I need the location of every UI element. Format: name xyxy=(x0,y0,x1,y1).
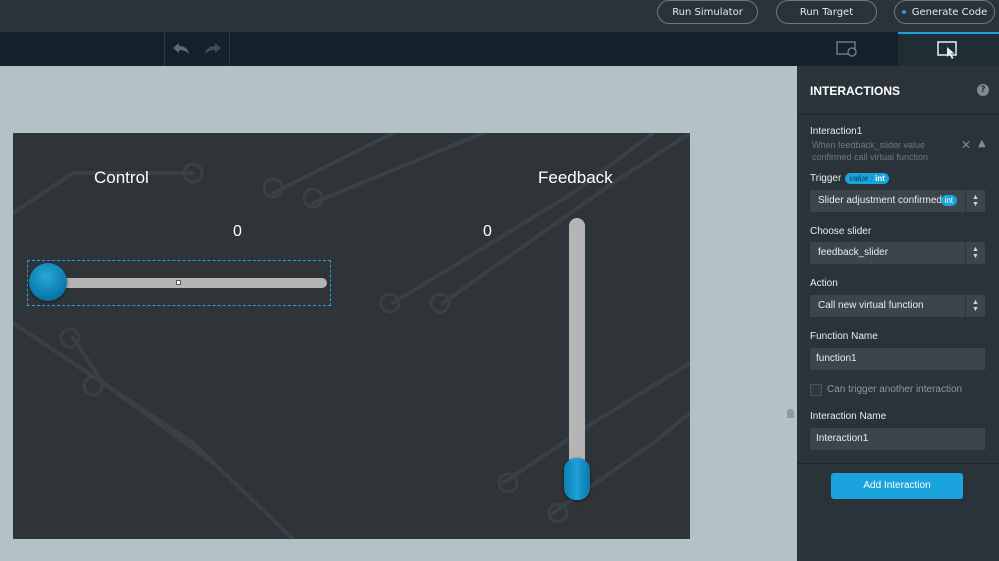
run-simulator-button[interactable]: Run Simulator xyxy=(657,0,758,24)
choose-slider-select[interactable]: feedback_slider ▲ ▼ xyxy=(810,242,985,264)
toolbar-divider xyxy=(164,32,165,66)
can-trigger-label: Can trigger another interaction xyxy=(827,384,963,395)
badge-type-text: int xyxy=(875,174,885,183)
action-value: Call new virtual function xyxy=(818,300,924,311)
redo-icon[interactable] xyxy=(203,40,223,60)
divider xyxy=(797,114,999,115)
feedback-slider-knob[interactable] xyxy=(564,458,590,500)
run-simulator-label: Run Simulator xyxy=(672,6,743,18)
divider xyxy=(797,463,999,464)
action-select[interactable]: Call new virtual function ▲ ▼ xyxy=(810,295,985,317)
run-target-label: Run Target xyxy=(799,6,854,18)
can-trigger-checkbox[interactable] xyxy=(810,384,822,396)
status-dot-icon xyxy=(901,10,906,14)
undo-icon[interactable] xyxy=(171,40,191,60)
toolbar xyxy=(0,32,999,66)
feedback-slider-track[interactable] xyxy=(569,218,585,498)
trigger-label: Trigger value : int xyxy=(810,173,889,184)
select-arrows-icon: ▲ ▼ xyxy=(965,190,985,212)
generate-code-button[interactable]: Generate Code xyxy=(894,0,995,24)
run-target-button[interactable]: Run Target xyxy=(776,0,877,24)
design-canvas[interactable]: Control Feedback 0 0 xyxy=(13,133,690,539)
interaction-name-label: Interaction Name xyxy=(810,411,887,422)
trigger-type-badge: value : int xyxy=(845,173,889,184)
add-interaction-button[interactable]: Add Interaction xyxy=(831,473,963,499)
collapse-chevron-icon[interactable]: ▲ xyxy=(978,138,986,149)
interactions-panel: INTERACTIONS ? Interaction1 When feedbac… xyxy=(797,66,999,561)
control-slider-track[interactable] xyxy=(37,278,327,288)
trigger-label-text: Trigger xyxy=(810,173,842,185)
selection-center-handle[interactable] xyxy=(176,280,181,285)
interactions-tab[interactable] xyxy=(898,32,999,66)
scroll-handle[interactable] xyxy=(787,409,794,418)
interaction-header[interactable]: Interaction1 xyxy=(810,126,862,137)
feedback-title: Feedback xyxy=(538,168,613,187)
interaction-cursor-icon xyxy=(937,41,959,63)
trigger-select[interactable]: Slider adjustment confirmed int ▲ ▼ xyxy=(810,190,985,212)
generate-code-label: Generate Code xyxy=(911,6,988,18)
trigger-selected-value: Slider adjustment confirmed xyxy=(818,195,942,206)
interaction-name-input[interactable]: Interaction1 xyxy=(810,428,985,450)
action-label: Action xyxy=(810,278,838,289)
int-badge: int xyxy=(940,195,957,206)
screen-settings-icon[interactable] xyxy=(836,41,858,61)
select-arrows-icon: ▲ ▼ xyxy=(965,295,985,317)
control-slider-knob[interactable] xyxy=(29,263,67,301)
select-arrows-icon: ▲ ▼ xyxy=(965,242,985,264)
interaction-description: When feedback_slider value confirmed cal… xyxy=(812,140,929,162)
function-name-input[interactable]: function1 xyxy=(810,348,985,370)
panel-title: INTERACTIONS xyxy=(810,84,900,98)
toolbar-divider xyxy=(229,32,230,66)
control-title: Control xyxy=(94,168,149,187)
help-icon[interactable]: ? xyxy=(977,84,989,96)
control-value: 0 xyxy=(233,223,242,240)
badge-value-text: value xyxy=(849,174,869,183)
feedback-value: 0 xyxy=(483,223,492,240)
top-bar: Run Simulator Run Target Generate Code xyxy=(0,0,999,32)
choose-slider-value: feedback_slider xyxy=(818,247,889,258)
choose-slider-label: Choose slider xyxy=(810,226,872,237)
delete-interaction-icon[interactable]: ✕ xyxy=(961,138,971,152)
function-name-label: Function Name xyxy=(810,331,878,342)
